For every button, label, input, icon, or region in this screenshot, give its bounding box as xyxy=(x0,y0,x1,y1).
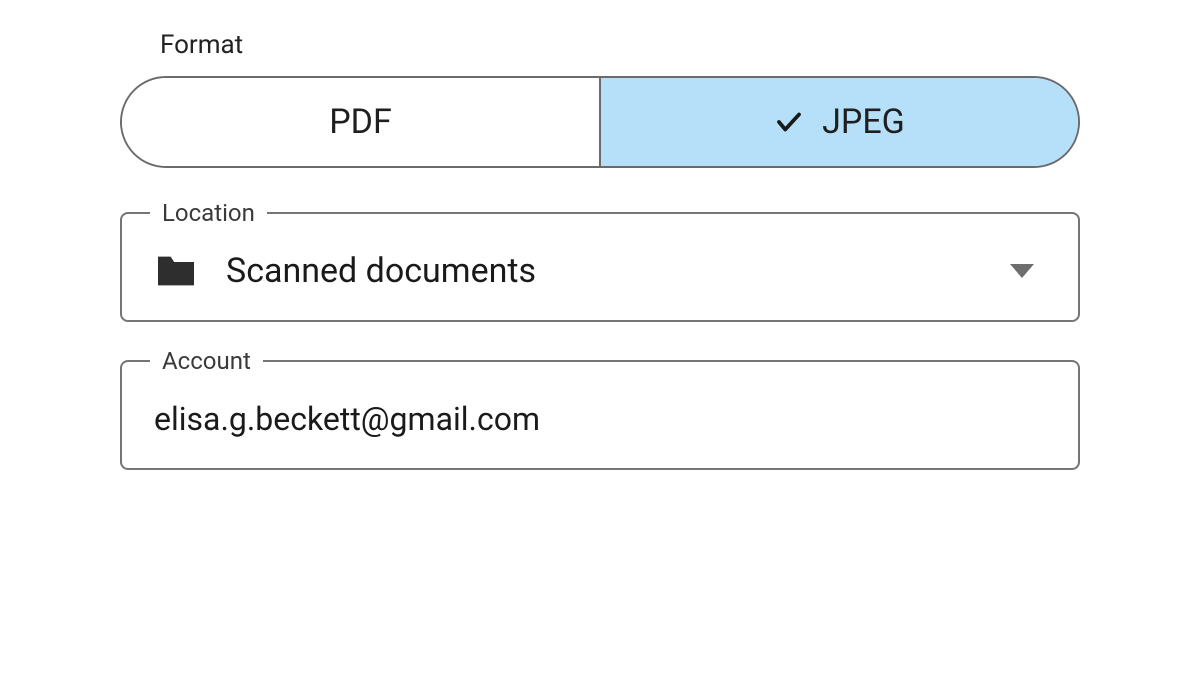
format-option-pdf-label: PDF xyxy=(329,102,392,142)
account-label: Account xyxy=(150,347,263,375)
location-label: Location xyxy=(150,199,267,227)
format-segmented-control: PDF JPEG xyxy=(120,76,1080,168)
format-option-jpeg[interactable]: JPEG xyxy=(601,78,1078,166)
account-field: Account elisa.g.beckett@gmail.com xyxy=(120,360,1080,470)
format-label: Format xyxy=(120,30,1080,60)
check-icon xyxy=(774,107,804,137)
account-value: elisa.g.beckett@gmail.com xyxy=(154,400,540,438)
location-dropdown[interactable]: Location Scanned documents xyxy=(120,212,1080,322)
chevron-down-icon xyxy=(1010,264,1034,278)
folder-icon xyxy=(154,253,198,289)
location-value: Scanned documents xyxy=(226,251,1010,291)
format-option-pdf[interactable]: PDF xyxy=(122,78,601,166)
format-option-jpeg-label: JPEG xyxy=(822,102,905,142)
